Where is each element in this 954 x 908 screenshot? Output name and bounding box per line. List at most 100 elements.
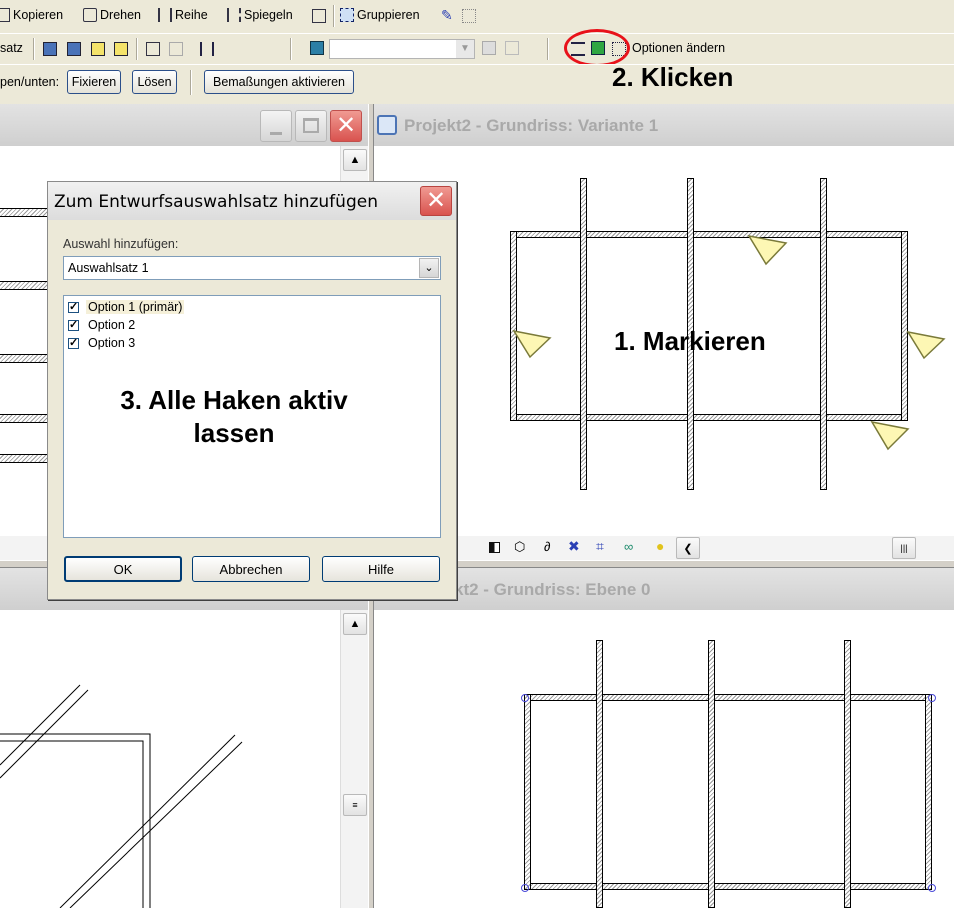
- scroll-up-button[interactable]: ▲: [343, 149, 367, 171]
- right-top-titlebar: Projekt2 - Grundriss: Variante 1: [374, 104, 954, 146]
- array-icon: [158, 8, 172, 22]
- chevron-up-icon-2: ▲: [349, 618, 361, 630]
- dimension-icon[interactable]: [200, 42, 214, 56]
- checkbox-option-1[interactable]: [68, 300, 79, 313]
- maximize-button[interactable]: [295, 110, 327, 142]
- design-option-icon-2[interactable]: [67, 42, 81, 56]
- dialog-titlebar[interactable]: Zum Entwurfsauswahlsatz hinzufügen ✕: [48, 182, 456, 220]
- view-control-bar: ⬡ ∂ ✖ ⌗ ∞ ● ❮ |||: [374, 536, 954, 560]
- hscroll-thumb[interactable]: |||: [892, 537, 916, 559]
- right-bottom-view[interactable]: [374, 610, 954, 908]
- group-tool[interactable]: Gruppieren: [340, 8, 420, 22]
- dialog-close-button[interactable]: ✕: [420, 186, 452, 216]
- copy-tool[interactable]: Kopieren: [0, 8, 63, 22]
- left-bottom-vscroll[interactable]: ▲ ≡: [340, 610, 369, 908]
- right-top-view[interactable]: 1. Markieren: [374, 146, 954, 536]
- design-option-icon-3[interactable]: [91, 42, 105, 56]
- checkbox-option-3[interactable]: [68, 336, 79, 349]
- mirror-label: Spiegeln: [244, 8, 293, 22]
- chevron-down-icon[interactable]: ⌄: [419, 258, 439, 278]
- left-top-titlebar: ✕: [0, 104, 368, 146]
- dialog-title: Zum Entwurfsauswahlsatz hinzufügen: [54, 192, 378, 212]
- chevron-left-icon: ❮: [683, 542, 693, 555]
- image-disabled-icon: [482, 41, 496, 55]
- change-options-label[interactable]: Optionen ändern: [632, 41, 725, 55]
- minimize-icon: [270, 132, 282, 135]
- toolbar-row-1: Kopieren Drehen Reihe Spiegeln Gruppiere…: [0, 0, 954, 33]
- design-option-icon-4[interactable]: [114, 42, 128, 56]
- resize-icon[interactable]: [312, 9, 326, 23]
- reveal-icon[interactable]: ∞: [624, 539, 633, 554]
- right-top-title: Projekt2 - Grundriss: Variante 1: [404, 116, 659, 135]
- scroll-thumb[interactable]: ≡: [343, 794, 367, 816]
- unlink-icon[interactable]: [169, 42, 183, 56]
- checkbox-option-2[interactable]: [68, 318, 79, 331]
- outer-wall-top-2: [524, 694, 932, 701]
- image-icon[interactable]: [310, 41, 324, 55]
- mirror-tool[interactable]: Spiegeln: [227, 8, 293, 22]
- grip-icon: ≡: [352, 800, 358, 810]
- help-button[interactable]: Hilfe: [322, 556, 440, 582]
- right-bottom-titlebar: kt2 - Grundriss: Ebene 0: [374, 568, 954, 610]
- link-icon[interactable]: [146, 42, 160, 56]
- ungroup-icon[interactable]: [462, 9, 476, 23]
- selection-set-value: Auswahlsatz 1: [68, 261, 149, 275]
- design-option-icon-1[interactable]: [43, 42, 57, 56]
- release-button[interactable]: Lösen: [132, 70, 177, 94]
- tools-disabled-icon: [505, 41, 519, 55]
- group-label: Gruppieren: [357, 8, 420, 22]
- scale-icon[interactable]: [489, 542, 500, 553]
- close-icon-dialog: ✕: [425, 187, 447, 214]
- grip-point-1[interactable]: [521, 694, 529, 702]
- bulb-icon[interactable]: ●: [656, 538, 664, 554]
- option-3-label: Option 3: [88, 336, 136, 350]
- option-row-1[interactable]: Option 1 (primär): [68, 300, 185, 314]
- scroll-left-button[interactable]: ❮: [676, 537, 700, 559]
- copy-label: Kopieren: [13, 8, 64, 22]
- flag-icon-right: [906, 330, 946, 360]
- option-row-2[interactable]: Option 2: [68, 318, 137, 332]
- selection-set-dropdown[interactable]: Auswahlsatz 1 ⌄: [63, 256, 441, 280]
- grip-point-3[interactable]: [521, 884, 529, 892]
- pencil-icon[interactable]: ∂: [544, 539, 550, 554]
- inner-wall-6: [844, 640, 851, 908]
- view-icon: [377, 115, 397, 135]
- scroll-up-button-2[interactable]: ▲: [343, 613, 367, 635]
- option-row-3[interactable]: Option 3: [68, 336, 137, 350]
- outer-wall-left-2: [524, 694, 531, 890]
- minimize-button[interactable]: [260, 110, 292, 142]
- chevron-up-icon: ▲: [349, 154, 361, 166]
- rotate-icon: [83, 8, 97, 22]
- rotate-label: Drehen: [100, 8, 141, 22]
- inner-wall-5: [708, 640, 715, 908]
- left-bottom-drawing: [0, 684, 243, 908]
- grip-point-4[interactable]: [928, 884, 936, 892]
- cube-icon[interactable]: ⬡: [514, 539, 525, 555]
- style-combobox[interactable]: ▼: [329, 39, 475, 59]
- crop-region-icon[interactable]: ⌗: [596, 538, 604, 555]
- fix-button[interactable]: Fixieren: [67, 70, 121, 94]
- close-icon: ✕: [335, 112, 357, 139]
- cancel-button[interactable]: Abbrechen: [192, 556, 310, 582]
- options-checklist[interactable]: Option 1 (primär) Option 2 Option 3 3. A…: [63, 295, 441, 538]
- selection-flags: [512, 234, 946, 451]
- toolbar-row-2: satz ▼ Optionen ändern: [0, 29, 954, 67]
- close-button[interactable]: ✕: [330, 110, 362, 142]
- flag-icon-left: [512, 329, 552, 359]
- pin-icon[interactable]: ✎: [441, 7, 453, 24]
- combobox-chevron-icon[interactable]: ▼: [456, 40, 474, 58]
- rotate-tool[interactable]: Drehen: [83, 8, 141, 22]
- copy-icon: [0, 8, 10, 22]
- flag-icon-bottom: [870, 420, 910, 451]
- mirror-icon: [227, 8, 241, 22]
- left-bottom-view[interactable]: [0, 610, 340, 908]
- activate-dimensions-button[interactable]: Bemaßungen aktivieren: [204, 70, 354, 94]
- ok-button[interactable]: OK: [64, 556, 182, 582]
- crop-icon[interactable]: ✖: [568, 538, 580, 555]
- option-2-label: Option 2: [88, 318, 136, 332]
- inner-wall-4: [596, 640, 603, 908]
- toolbar-row-3: pen/unten: Fixieren Lösen Bemaßungen akt…: [0, 64, 954, 103]
- outer-wall-bottom-2: [524, 883, 932, 890]
- array-tool[interactable]: Reihe: [158, 8, 208, 22]
- grip-point-2[interactable]: [928, 694, 936, 702]
